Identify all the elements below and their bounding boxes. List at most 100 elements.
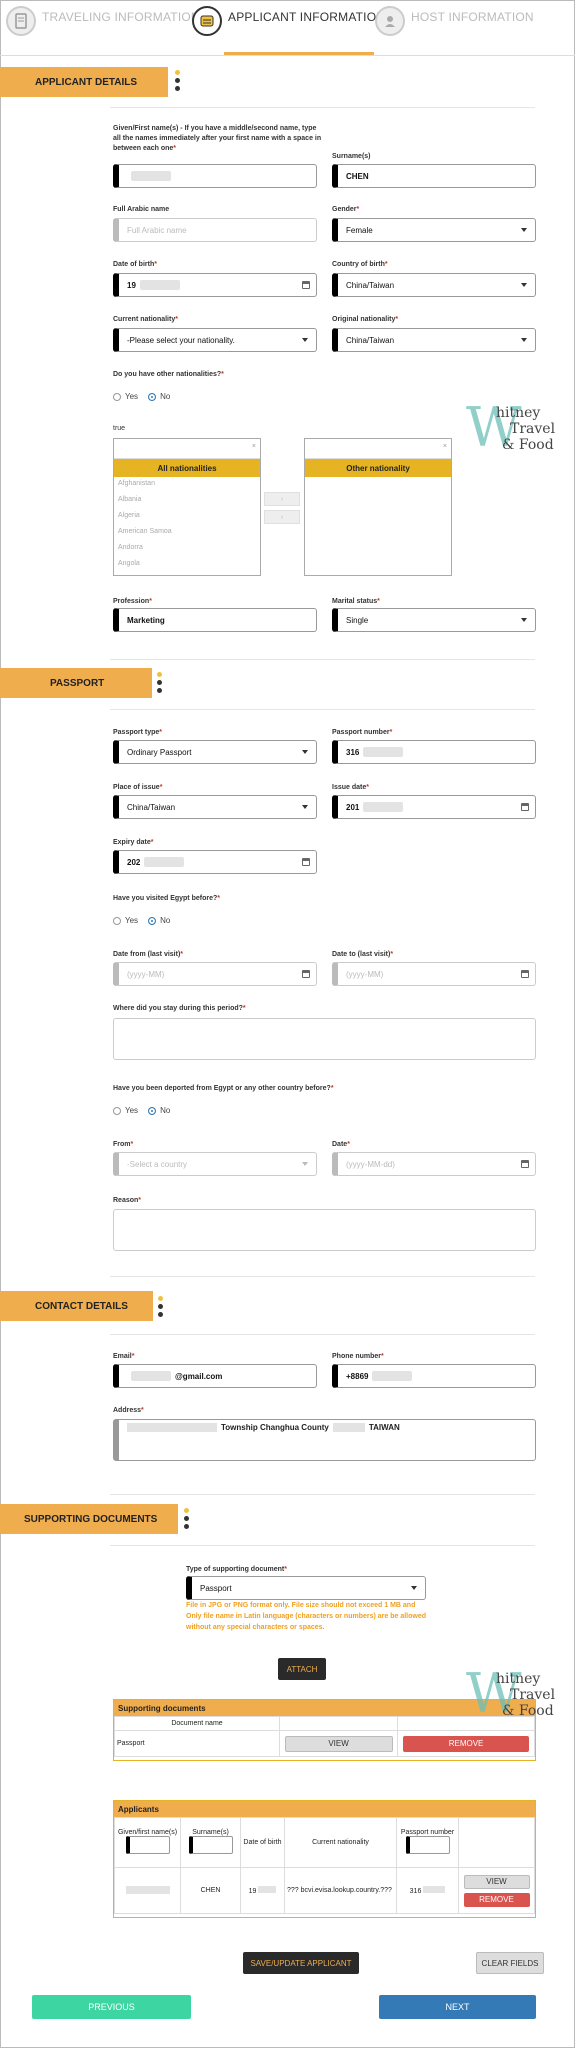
chevron-down-icon bbox=[302, 805, 308, 809]
divider bbox=[110, 1276, 535, 1277]
redacted-block bbox=[125, 1885, 170, 1894]
radio-yes-label: Yes bbox=[125, 392, 139, 401]
remove-button[interactable]: REMOVE bbox=[463, 1892, 530, 1907]
redacted-block bbox=[423, 1886, 446, 1893]
move-left-button[interactable]: ‹ bbox=[264, 510, 300, 524]
expiry-date-input[interactable]: 202 bbox=[113, 850, 317, 874]
clear-icon[interactable]: × bbox=[252, 443, 256, 450]
calendar-icon[interactable] bbox=[521, 970, 529, 978]
panel-title: Applicants bbox=[114, 1801, 535, 1817]
deported-date-input[interactable]: (yyyy-MM-dd) bbox=[332, 1152, 536, 1176]
calendar-icon[interactable] bbox=[302, 970, 310, 978]
nationality-option[interactable]: Algeria bbox=[114, 509, 260, 525]
passport-type-label: Passport type* bbox=[113, 729, 163, 736]
phone-input[interactable]: +8869 bbox=[332, 1364, 536, 1388]
stay-textarea[interactable] bbox=[113, 1018, 536, 1060]
radio-no-label: No bbox=[160, 916, 171, 925]
step-traveling[interactable]: TRAVELING INFORMATION bbox=[6, 0, 200, 54]
redacted-block bbox=[127, 1423, 217, 1432]
reason-textarea[interactable] bbox=[113, 1209, 536, 1251]
original-nationality-select[interactable]: China/Taiwan bbox=[332, 328, 536, 352]
chevron-down-icon bbox=[521, 283, 527, 287]
nationality-option[interactable]: Albania bbox=[114, 493, 260, 509]
gender-label: Gender* bbox=[332, 206, 360, 213]
issue-date-input[interactable]: 201 bbox=[332, 795, 536, 819]
other-nationality-list[interactable]: × Other nationality bbox=[304, 438, 452, 576]
email-input[interactable]: @gmail.com bbox=[113, 1364, 317, 1388]
marital-status-select[interactable]: Single bbox=[332, 608, 536, 632]
cob-select[interactable]: China/Taiwan bbox=[332, 273, 536, 297]
reason-label: Reason* bbox=[113, 1197, 142, 1204]
chevron-down-icon bbox=[521, 618, 527, 622]
nationality-option[interactable]: Angola bbox=[114, 557, 260, 573]
given-name-input[interactable] bbox=[113, 164, 317, 188]
profession-label: Profession* bbox=[113, 598, 152, 605]
arabic-name-input[interactable]: Full Arabic name bbox=[113, 218, 317, 242]
phone-label: Phone number* bbox=[332, 1353, 384, 1360]
view-button[interactable]: VIEW bbox=[463, 1874, 530, 1889]
attach-button[interactable]: ATTACH bbox=[278, 1658, 326, 1680]
passport-number-input[interactable]: 316 bbox=[332, 740, 536, 764]
place-of-issue-select[interactable]: China/Taiwan bbox=[113, 795, 317, 819]
nationality-option[interactable]: American Samoa bbox=[114, 525, 260, 541]
nationality-search-input[interactable]: × bbox=[114, 439, 260, 459]
radio-yes[interactable] bbox=[113, 916, 121, 925]
calendar-icon[interactable] bbox=[302, 281, 310, 289]
previous-button[interactable]: PREVIOUS bbox=[32, 1995, 191, 2019]
gender-select[interactable]: Female bbox=[332, 218, 536, 242]
step-applicant[interactable]: APPLICANT INFORMATION bbox=[192, 0, 385, 54]
section-dots bbox=[158, 1296, 164, 1320]
other-nationality-search-input[interactable]: × bbox=[305, 439, 451, 459]
col-nationality: Current nationality bbox=[284, 1817, 397, 1868]
calendar-icon[interactable] bbox=[521, 803, 529, 811]
view-button[interactable]: VIEW bbox=[284, 1735, 393, 1752]
clear-icon[interactable]: × bbox=[443, 443, 447, 450]
chevron-down-icon bbox=[521, 338, 527, 342]
date-to-input[interactable]: (yyyy-MM) bbox=[332, 962, 536, 986]
divider bbox=[110, 107, 535, 108]
place-of-issue-label: Place of issue* bbox=[113, 784, 163, 791]
surname-input[interactable]: CHEN bbox=[332, 164, 536, 188]
deported-from-select[interactable]: -Select a country bbox=[113, 1152, 317, 1176]
filter-input[interactable] bbox=[188, 1836, 233, 1854]
date-to-label: Date to (last visit)* bbox=[332, 951, 394, 958]
chevron-down-icon bbox=[302, 1162, 308, 1166]
nationality-option[interactable]: Afghanistan bbox=[114, 477, 260, 493]
radio-no-label: No bbox=[160, 392, 171, 401]
watermark-logo: W hitney Travel & Food bbox=[466, 1662, 556, 1725]
radio-yes[interactable] bbox=[113, 1106, 121, 1115]
divider bbox=[110, 659, 535, 660]
radio-no[interactable] bbox=[148, 916, 157, 925]
calendar-icon[interactable] bbox=[521, 1160, 529, 1168]
issue-date-label: Issue date* bbox=[332, 784, 369, 791]
clear-fields-button[interactable]: CLEAR FIELDS bbox=[476, 1952, 544, 1974]
remove-button[interactable]: REMOVE bbox=[403, 1735, 530, 1752]
next-button[interactable]: NEXT bbox=[379, 1995, 536, 2019]
surname-cell: CHEN bbox=[180, 1867, 241, 1914]
filter-input[interactable] bbox=[125, 1836, 170, 1854]
table-row: CHEN 19 ??? bcvi.evisa.lookup.country.??… bbox=[114, 1867, 535, 1914]
nationality-option[interactable]: Andorra bbox=[114, 541, 260, 557]
save-applicant-button[interactable]: SAVE/UPDATE APPLICANT bbox=[243, 1952, 359, 1974]
radio-no[interactable] bbox=[148, 392, 157, 401]
calendar-icon[interactable] bbox=[302, 858, 310, 866]
address-textarea[interactable]: Township Changhua County TAIWAN bbox=[113, 1419, 536, 1461]
view-cell: VIEW bbox=[278, 1730, 399, 1757]
deported-radios: Yes No bbox=[113, 1106, 170, 1115]
all-nationalities-list[interactable]: × All nationalities Afghanistan Albania … bbox=[113, 438, 261, 576]
profession-input[interactable]: Marketing bbox=[113, 608, 317, 632]
step-host[interactable]: HOST INFORMATION bbox=[375, 0, 534, 54]
current-nationality-select[interactable]: -Please select your nationality. bbox=[113, 328, 317, 352]
table-row: Passport VIEW REMOVE bbox=[114, 1730, 535, 1757]
radio-yes[interactable] bbox=[113, 392, 121, 401]
filter-input[interactable] bbox=[405, 1836, 450, 1854]
divider bbox=[110, 1494, 535, 1495]
dob-input[interactable]: 19 bbox=[113, 273, 317, 297]
date-from-input[interactable]: (yyyy-MM) bbox=[113, 962, 317, 986]
move-right-button[interactable]: › bbox=[264, 492, 300, 506]
doc-type-select[interactable]: Passport bbox=[186, 1576, 426, 1600]
passport-type-select[interactable]: Ordinary Passport bbox=[113, 740, 317, 764]
actions-cell: VIEW REMOVE bbox=[458, 1867, 535, 1914]
radio-no[interactable] bbox=[148, 1106, 157, 1115]
surname-label: Surname(s) bbox=[332, 153, 371, 160]
